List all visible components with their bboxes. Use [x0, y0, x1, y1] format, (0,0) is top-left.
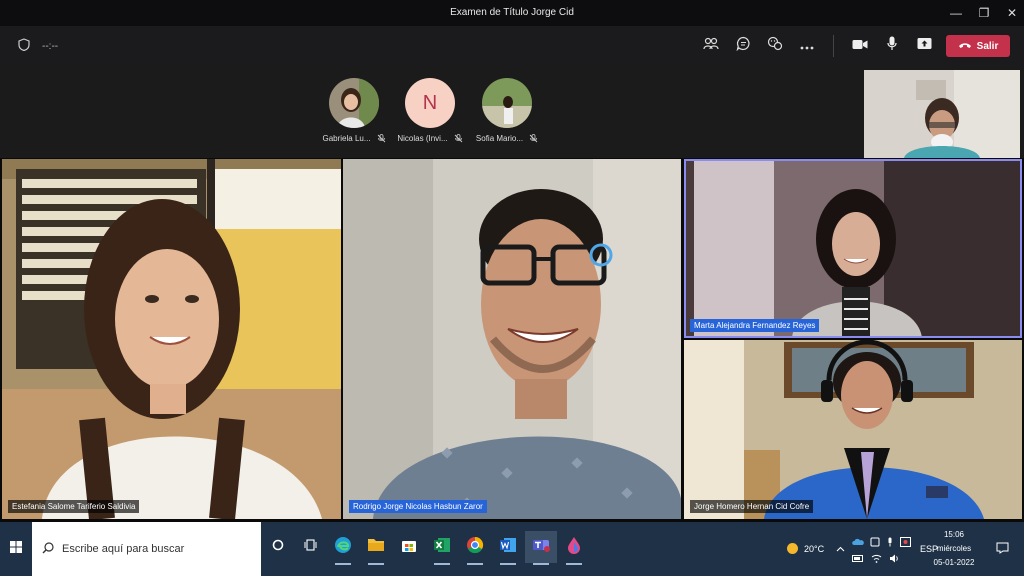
chat-icon — [735, 36, 751, 56]
reactions-button[interactable] — [759, 30, 791, 62]
title-bar: Examen de Título Jorge Cid — ❐ ✕ — [0, 0, 1024, 26]
excel-icon — [433, 537, 451, 558]
camera-icon — [852, 37, 868, 55]
attendee-item[interactable]: N Nicolas (Invi... — [390, 78, 470, 143]
participant-video-tile[interactable]: Estefania Salome Tariferio Saldivia — [2, 159, 341, 519]
participant-name-label: Jorge Homero Hernan Cid Cofre — [690, 500, 814, 513]
attendee-item[interactable]: Sofia Mario... — [467, 78, 547, 143]
show-hidden-icons-button[interactable] — [836, 522, 845, 576]
ellipsis-icon — [800, 37, 814, 55]
cortana-icon — [272, 538, 284, 556]
shield-icon[interactable] — [18, 38, 30, 54]
weather-widget[interactable]: 20°C — [786, 522, 824, 576]
chrome-icon — [466, 536, 484, 559]
wifi-icon[interactable] — [871, 554, 882, 565]
battery-icon[interactable] — [852, 554, 864, 564]
mic-off-icon — [529, 134, 538, 143]
reactions-icon — [767, 36, 783, 56]
task-view-icon — [304, 538, 317, 556]
participant-name-label: Marta Alejandra Fernandez Reyes — [690, 319, 820, 332]
leave-label: Salir — [976, 40, 999, 52]
mic-off-icon — [454, 134, 463, 143]
taskbar-app-explorer[interactable] — [360, 531, 392, 565]
folder-icon — [367, 537, 385, 557]
chevron-up-icon — [836, 544, 845, 554]
participant-video-tile[interactable]: Rodrigo Jorge Nicolas Hasbun Zaror — [343, 159, 681, 519]
attendee-name: Sofia Mario... — [475, 134, 524, 143]
microphone-icon — [887, 36, 897, 56]
clock-day: miércoles — [936, 544, 972, 553]
close-window-button[interactable]: ✕ — [996, 0, 1024, 26]
taskbar-app-excel[interactable] — [426, 531, 458, 565]
window-title: Examen de Título Jorge Cid — [450, 7, 574, 18]
sun-icon — [786, 542, 799, 557]
chat-button[interactable] — [727, 30, 759, 62]
taskbar-app-edge[interactable] — [327, 531, 359, 565]
clock-date: 05-01-2022 — [933, 558, 975, 567]
screen-capture-icon[interactable] — [900, 537, 911, 549]
participant-name-label: Estefania Salome Tariferio Saldivia — [8, 500, 140, 513]
teams-icon — [532, 537, 550, 558]
meeting-toolbar: --:-- Salir — [0, 26, 1024, 66]
windows-logo-icon — [10, 540, 22, 558]
store-icon — [401, 537, 417, 558]
clock-time: 15:06 — [943, 530, 965, 539]
cortana-button[interactable] — [262, 531, 294, 563]
paint-drop-icon — [567, 536, 581, 559]
speaker-icon[interactable] — [889, 554, 900, 565]
avatar: N — [405, 78, 455, 128]
taskbar-app-paint[interactable] — [558, 531, 590, 565]
participant-name-label: Rodrigo Jorge Nicolas Hasbun Zaror — [349, 500, 487, 513]
taskbar-app-teams[interactable] — [525, 531, 557, 565]
attendee-item[interactable]: Gabriela Lu... — [314, 78, 394, 143]
share-screen-button[interactable] — [908, 30, 940, 62]
share-icon — [917, 37, 932, 55]
word-icon — [499, 537, 517, 558]
search-placeholder: Escribe aquí para buscar — [62, 543, 185, 555]
more-actions-button[interactable] — [791, 30, 823, 62]
notification-icon — [996, 542, 1009, 556]
taskbar-clock[interactable]: 15:06 miércoles 05-01-2022 — [924, 528, 984, 570]
meeting-stage: Gabriela Lu... N Nicolas (Invi... Sofia … — [0, 66, 1024, 522]
weather-temperature: 20°C — [804, 544, 825, 554]
task-view-button[interactable] — [294, 531, 326, 563]
participant-video-tile[interactable]: Jorge Homero Hernan Cid Cofre — [684, 340, 1022, 519]
start-button[interactable] — [0, 522, 32, 576]
microphone-button[interactable] — [876, 30, 908, 62]
avatar — [329, 78, 379, 128]
search-icon — [42, 541, 54, 557]
notifications-button[interactable] — [996, 522, 1009, 576]
participant-video-tile[interactable]: Marta Alejandra Fernandez Reyes — [684, 159, 1022, 338]
system-tray-icons-bottom — [852, 532, 900, 576]
avatar — [482, 78, 532, 128]
meeting-timer: --:-- — [42, 40, 59, 52]
leave-button[interactable]: Salir — [946, 35, 1010, 57]
windows-taskbar: Escribe aquí para buscar 20°C ESP 15:06 … — [0, 522, 1024, 576]
attendee-name: Nicolas (Invi... — [397, 134, 448, 143]
taskbar-search-box[interactable]: Escribe aquí para buscar — [32, 522, 261, 576]
toolbar-divider — [833, 35, 834, 57]
attendee-name: Gabriela Lu... — [322, 134, 371, 143]
edge-icon — [334, 536, 352, 559]
taskbar-app-chrome[interactable] — [459, 531, 491, 565]
attendee-strip: Gabriela Lu... N Nicolas (Invi... Sofia … — [0, 66, 1024, 158]
taskbar-app-store[interactable] — [393, 531, 425, 563]
camera-button[interactable] — [844, 30, 876, 62]
hang-up-icon — [958, 41, 972, 52]
taskbar-app-word[interactable] — [492, 531, 524, 565]
self-view-video[interactable] — [864, 70, 1020, 158]
participants-button[interactable] — [695, 30, 727, 62]
people-icon — [703, 37, 719, 56]
mic-off-icon — [377, 134, 386, 143]
